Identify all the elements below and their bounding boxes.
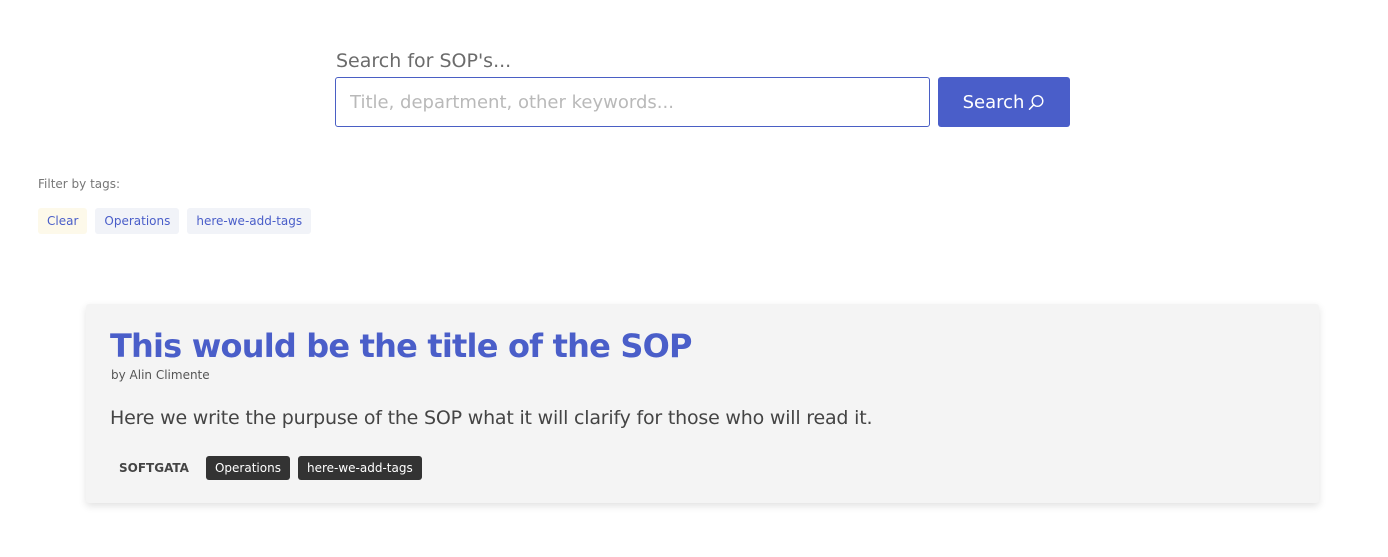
filter-tags: Clear Operations here-we-add-tags (38, 208, 312, 234)
sop-company: SOFTGATA (119, 461, 189, 475)
sop-description: Here we write the purpuse of the SOP wha… (110, 407, 873, 429)
filter-tag-operations[interactable]: Operations (95, 208, 180, 234)
search-button-label: Search (962, 91, 1025, 113)
sop-tags: SOFTGATA Operations here-we-add-tags (110, 456, 422, 480)
sop-tag-here-we-add-tags[interactable]: here-we-add-tags (297, 456, 422, 480)
search-row: Search (335, 77, 1075, 127)
filter-label: Filter by tags: (38, 177, 121, 191)
clear-filter-button[interactable]: Clear (38, 208, 88, 234)
filter-tag-here-we-add-tags[interactable]: here-we-add-tags (187, 208, 312, 234)
sop-author: by Alin Climente (111, 368, 210, 382)
search-button[interactable]: Search (938, 77, 1070, 127)
sop-tag-operations[interactable]: Operations (205, 456, 290, 480)
search-section: Search for SOP's... Search (335, 48, 1075, 127)
search-icon (1028, 94, 1045, 111)
sop-title-link[interactable]: This would be the title of the SOP (110, 326, 692, 366)
page: Search for SOP's... Search Filter by tag… (0, 0, 1388, 557)
search-input[interactable] (335, 77, 930, 127)
sop-card: This would be the title of the SOP by Al… (86, 304, 1319, 503)
search-label: Search for SOP's... (336, 50, 512, 72)
